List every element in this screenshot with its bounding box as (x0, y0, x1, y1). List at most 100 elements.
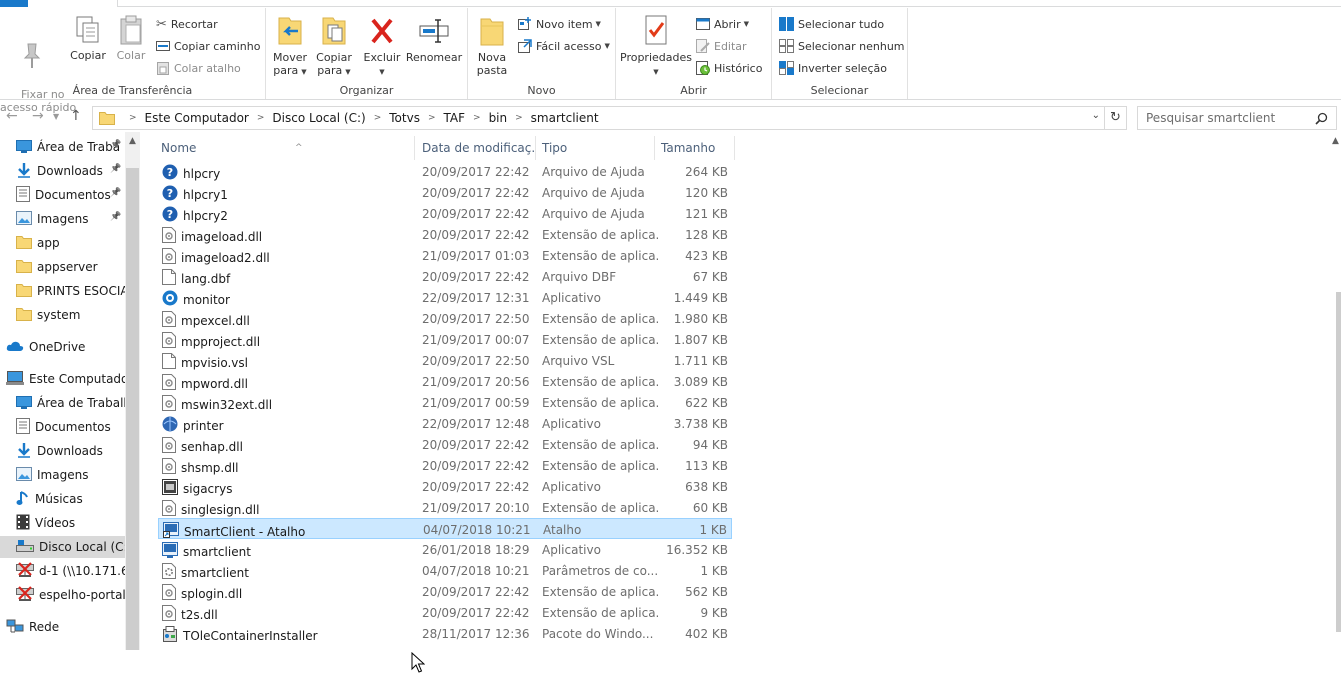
nav-scroll-up-icon[interactable]: ▲ (125, 136, 140, 146)
file-row[interactable]: printer 22/09/2017 12:48 Aplicativo 3.738 K… (158, 413, 732, 434)
search-icon[interactable] (1315, 112, 1328, 125)
move-to-button[interactable]: Mover para ▼ (270, 14, 310, 79)
column-header-size[interactable]: Tamanho (655, 136, 735, 160)
file-row[interactable]: ? hlpcry1 20/09/2017 22:42 Arquivo de Ajuda… (158, 182, 732, 203)
file-row[interactable]: smartclient 04/07/2018 10:21 Parâmetros de… (158, 560, 732, 581)
recent-locations-chevron-icon[interactable]: ▼ (53, 112, 59, 121)
column-header-type[interactable]: Tipo (536, 136, 655, 160)
cut-button[interactable]: ✂ Recortar (156, 14, 218, 34)
new-folder-button[interactable]: Nova pasta (474, 14, 510, 77)
nav-item[interactable]: Área de Trabalho (0, 392, 125, 414)
file-row[interactable]: smartclient 26/01/2018 18:29 Aplicativo 16.… (158, 539, 732, 560)
column-header-name[interactable]: Nome ^ (155, 136, 415, 160)
nav-item[interactable]: Imagens (0, 464, 125, 486)
select-all-button[interactable]: Selecionar tudo (779, 14, 884, 34)
file-row[interactable]: SmartClient - Atalho 04/07/2018 10:21 Atal… (158, 518, 732, 539)
file-row[interactable]: monitor 22/09/2017 12:31 Aplicativo 1.449 K… (158, 287, 732, 308)
breadcrumb-item[interactable]: TAF (444, 111, 466, 125)
file-row[interactable]: t2s.dll 20/09/2017 22:42 Extensão de aplic… (158, 602, 732, 623)
file-row[interactable]: mpvisio.vsl 20/09/2017 22:50 Arquivo VSL 1.… (158, 350, 732, 371)
copy-button[interactable]: Copiar (68, 14, 108, 62)
open-button[interactable]: Abrir ▼ (696, 14, 749, 34)
breadcrumb-separator-icon[interactable]: > (515, 113, 523, 123)
nav-item[interactable]: Imagens (0, 208, 125, 230)
column-header-date[interactable]: Data de modificaç... (416, 136, 536, 160)
nav-item[interactable]: Vídeos (0, 512, 125, 534)
forward-arrow-icon[interactable]: → (32, 108, 44, 124)
file-row[interactable]: ? hlpcry 20/09/2017 22:42 Arquivo de Ajuda 2… (158, 161, 732, 182)
pin-icon[interactable]: 📌 (110, 188, 121, 198)
select-none-button[interactable]: Selecionar nenhum (779, 36, 905, 56)
delete-button[interactable]: Excluir ▼ (362, 14, 402, 79)
copy-path-button[interactable]: Copiar caminho (156, 36, 260, 56)
file-tab[interactable] (0, 0, 28, 7)
file-list-scroll-up-icon[interactable]: ▲ (1332, 136, 1339, 146)
breadcrumb-item[interactable]: Totvs (389, 111, 420, 125)
invert-selection-button[interactable]: Inverter seleção (779, 58, 887, 78)
pin-icon[interactable]: 📌 (110, 164, 121, 174)
breadcrumb-separator-icon[interactable]: > (129, 113, 137, 123)
file-row[interactable]: mpproject.dll 21/09/2017 00:07 Extensão de… (158, 329, 732, 350)
nav-item[interactable]: Documentos (0, 416, 125, 438)
file-row[interactable]: splogin.dll 20/09/2017 22:42 Extensão de a… (158, 581, 732, 602)
nav-item[interactable]: app (0, 232, 125, 254)
pin-icon[interactable]: 📌 (110, 140, 121, 150)
search-box[interactable] (1137, 106, 1337, 130)
pin-icon[interactable]: 📌 (110, 212, 121, 222)
rename-button[interactable]: Renomear (404, 14, 464, 64)
nav-item[interactable]: espelho-portal ( (0, 584, 125, 606)
file-row[interactable]: singlesign.dll 21/09/2017 20:10 Extensão d… (158, 497, 732, 518)
paste-button[interactable]: Colar (112, 14, 150, 62)
file-row[interactable]: imageload2.dll 21/09/2017 01:03 Extensão d… (158, 245, 732, 266)
breadcrumb-item[interactable]: bin (489, 111, 508, 125)
nav-item[interactable]: Downloads (0, 160, 125, 182)
nav-item[interactable]: OneDrive (0, 336, 125, 358)
breadcrumb-separator-icon[interactable]: > (428, 113, 436, 123)
file-row[interactable]: lang.dbf 20/09/2017 22:42 Arquivo DBF 67 KB (158, 266, 732, 287)
copy-to-button[interactable]: Copiar para ▼ (314, 14, 354, 79)
file-row[interactable]: TOleContainerInstaller 28/11/2017 12:36 Pa… (158, 623, 732, 644)
breadcrumb-separator-icon[interactable]: > (257, 113, 265, 123)
breadcrumb-separator-icon[interactable]: > (374, 113, 382, 123)
nav-item[interactable]: Documentos (0, 184, 125, 206)
easy-access-button[interactable]: Fácil acesso ▼ (518, 36, 610, 56)
address-bar[interactable]: > Este Computador > Disco Local (C:) > Totvs >… (92, 106, 1105, 130)
paste-shortcut-button[interactable]: Colar atalho (156, 58, 241, 78)
nav-item[interactable]: Downloads (0, 440, 125, 462)
nav-scrollbar-thumb[interactable] (126, 168, 139, 650)
file-row[interactable]: mpexcel.dll 20/09/2017 22:50 Extensão de a… (158, 308, 732, 329)
nav-item[interactable]: Disco Local (C:) (0, 536, 125, 558)
file-row[interactable]: sigacrys 20/09/2017 22:42 Aplicativo 638 KB (158, 476, 732, 497)
nav-item[interactable]: Rede (0, 616, 125, 638)
history-button[interactable]: Histórico (696, 58, 762, 78)
nav-item[interactable]: appserver (0, 256, 125, 278)
delete-icon (371, 18, 393, 44)
file-row[interactable]: imageload.dll 20/09/2017 22:42 Extensão de… (158, 224, 732, 245)
nav-item[interactable]: system (0, 304, 125, 326)
nav-item[interactable]: PRINTS ESOCIAL (0, 280, 125, 302)
nav-item[interactable]: d-1 (\\10.171.66. (0, 560, 125, 582)
nav-item[interactable]: Músicas (0, 488, 125, 510)
breadcrumb-item[interactable]: Este Computador (145, 111, 249, 125)
breadcrumb-item[interactable]: Disco Local (C:) (272, 111, 365, 125)
smartclient-app-icon (162, 542, 178, 561)
address-dropdown-icon[interactable]: ⌄ (1092, 110, 1100, 121)
breadcrumb-item[interactable]: smartclient (531, 111, 599, 125)
file-row[interactable]: ? hlpcry2 20/09/2017 22:42 Arquivo de Ajuda… (158, 203, 732, 224)
edit-button[interactable]: Editar (696, 36, 747, 56)
breadcrumb-separator-icon[interactable]: > (473, 113, 481, 123)
file-row[interactable]: senhap.dll 20/09/2017 22:42 Extensão de ap… (158, 434, 732, 455)
up-arrow-icon[interactable]: ↑ (70, 108, 82, 124)
file-row[interactable]: mpword.dll 21/09/2017 20:56 Extensão de ap… (158, 371, 732, 392)
file-list-scrollbar-thumb[interactable] (1336, 292, 1341, 632)
refresh-button[interactable]: ↻ (1105, 106, 1127, 130)
new-item-button[interactable]: Novo item ▼ (518, 14, 601, 34)
copy-to-icon (322, 17, 346, 45)
file-row[interactable]: shsmp.dll 20/09/2017 22:42 Extensão de apl… (158, 455, 732, 476)
nav-item[interactable]: Este Computador (0, 368, 125, 390)
file-row[interactable]: mswin32ext.dll 21/09/2017 00:59 Extensão d… (158, 392, 732, 413)
properties-button[interactable]: Propriedades ▼ (620, 14, 692, 79)
nav-item[interactable]: Área de Traba (0, 136, 125, 158)
search-input[interactable] (1146, 111, 1306, 125)
back-arrow-icon[interactable]: ← (6, 108, 18, 124)
